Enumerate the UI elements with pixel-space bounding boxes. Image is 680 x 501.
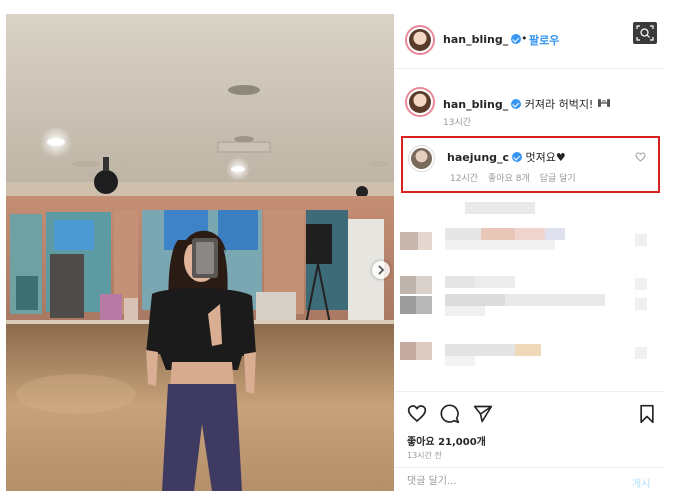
comment-icon[interactable] xyxy=(440,404,460,424)
comment-likes[interactable]: 좋아요 8개 xyxy=(488,174,530,184)
next-photo-button[interactable] xyxy=(372,261,390,279)
post-actions: 좋아요 21,000개 13시간 전 게시 xyxy=(395,391,665,492)
dumbbell-emoji-icon xyxy=(597,99,610,107)
post-photo[interactable] xyxy=(6,14,394,491)
comment-bar: 게시 xyxy=(395,467,665,493)
comment-meta: 12시간 좋아요 8개 답글 달기 xyxy=(450,171,586,184)
post-detail-panel: han_bling_ • 팔로우 han_bling_ 커져라 허벅지! 13시… xyxy=(395,14,665,491)
follow-button[interactable]: 팔로우 xyxy=(529,32,559,48)
scan-icon xyxy=(636,25,654,41)
caption-row: han_bling_ 커져라 허벅지! xyxy=(443,96,611,112)
gym-mirror-selfie-image xyxy=(6,14,394,491)
author-username[interactable]: han_bling_ xyxy=(443,33,508,46)
bookmark-icon[interactable] xyxy=(638,404,656,424)
caption-time: 13시간 xyxy=(443,118,472,128)
comment-username[interactable]: haejung_c xyxy=(447,151,509,164)
caption-author-avatar[interactable] xyxy=(405,87,435,117)
post-time: 13시간 전 xyxy=(407,451,442,460)
caption-username[interactable]: han_bling_ xyxy=(443,98,508,111)
caption-text: 커져라 허벅지! xyxy=(524,98,597,111)
comment-time: 12시간 xyxy=(450,174,479,184)
comment-like-heart-icon[interactable] xyxy=(635,152,646,162)
author-avatar[interactable] xyxy=(405,25,435,55)
likes-count[interactable]: 좋아요 21,000개 xyxy=(407,433,486,448)
comment-text: 멋져요♥ xyxy=(525,151,566,164)
post-header: han_bling_ • 팔로우 xyxy=(395,14,665,69)
post-comment-button[interactable]: 게시 xyxy=(632,475,650,490)
follow-separator: • xyxy=(521,32,528,45)
screenshot-frame: han_bling_ • 팔로우 han_bling_ 커져라 허벅지! 13시… xyxy=(0,0,680,501)
comment-reply-button[interactable]: 답글 달기 xyxy=(540,174,576,184)
scan-button[interactable] xyxy=(633,22,657,44)
verified-badge-icon xyxy=(511,99,522,109)
comment-input[interactable] xyxy=(407,474,607,488)
share-icon[interactable] xyxy=(473,404,493,424)
verified-badge-icon xyxy=(512,152,523,162)
heart-icon[interactable] xyxy=(407,404,427,423)
comment-row: haejung_c 멋져요♥ xyxy=(447,149,566,165)
chevron-right-icon xyxy=(378,265,385,275)
verified-badge-icon xyxy=(511,34,522,44)
commenter-avatar[interactable] xyxy=(408,145,435,172)
author-username-row: han_bling_ xyxy=(443,33,522,46)
